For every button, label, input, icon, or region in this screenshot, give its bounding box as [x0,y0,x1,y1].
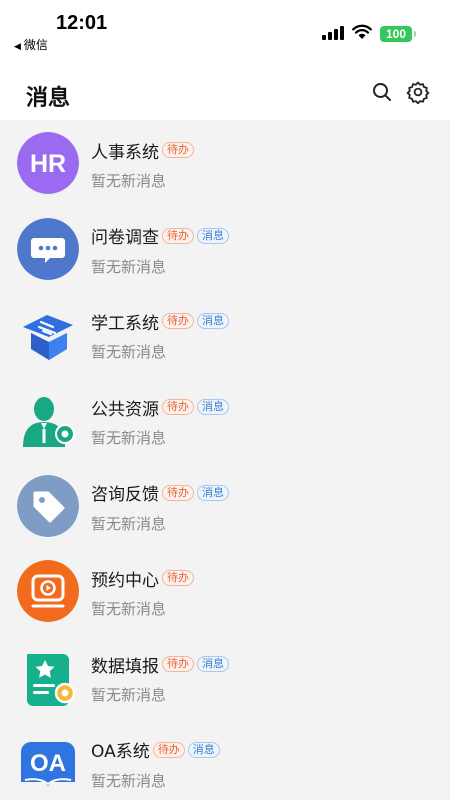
status-time: 12:01 [56,12,108,34]
todo-badge: 待办 [162,656,194,673]
hr-icon: HR [17,132,79,194]
message-subtitle: 暂无新消息 [91,771,167,790]
todo-badge: 待办 [162,313,194,330]
form-star-icon [17,646,79,708]
todo-badge: 待办 [152,741,185,758]
message-title: 人事系统 [91,142,159,163]
play-button-icon [17,560,79,623]
message-subtitle: 暂无新消息 [91,686,167,705]
message-subtitle: 暂无新消息 [91,257,167,276]
oa-book-icon: OA [17,732,79,794]
message-title: 数据填报 [91,656,159,677]
message-subtitle: 暂无新消息 [91,343,167,362]
message-badge: 消息 [197,656,229,673]
avatar-text: OA [30,750,66,777]
todo-badge: 待办 [162,570,194,587]
message-title: 问卷调查 [91,228,159,249]
message-title: 公共资源 [91,399,159,420]
person-gear-icon [17,389,79,451]
message-badge: 消息 [197,227,229,244]
message-title: 学工系统 [91,313,159,334]
message-item-appointment[interactable]: 预约中心 待办 暂无新消息 [0,548,450,634]
message-badge: 消息 [187,741,220,758]
cellular-signal-icon [322,26,344,40]
message-item-public-resources[interactable]: 公共资源 待办 消息 暂无新消息 [0,377,450,463]
graduation-cap-icon [17,303,79,365]
message-subtitle: 暂无新消息 [91,429,167,448]
message-badge: 消息 [197,399,229,416]
message-subtitle: 暂无新消息 [91,514,167,533]
todo-badge: 待办 [162,227,194,244]
message-item-oa[interactable]: OA OA系统 待办 消息 暂无新消息 [0,720,450,800]
message-item-survey[interactable]: 问卷调查 待办 消息 暂无新消息 [0,206,450,292]
message-title: 预约中心 [91,570,159,591]
battery-icon: 100 [380,26,416,42]
message-item-student-affairs[interactable]: 学工系统 待办 消息 暂无新消息 [0,291,450,377]
page-title: 消息 [26,86,71,111]
message-badge: 消息 [197,484,229,501]
nav-bar: 消息 [0,62,450,120]
message-list: HR 人事系统 待办 暂无新消息 问卷调查 待办 消息 暂无新消息 学工系统 待… [0,120,450,800]
message-item-hr[interactable]: HR 人事系统 待办 暂无新消息 [0,120,450,206]
chat-bubble-icon [17,217,79,280]
message-item-data-report[interactable]: 数据填报 待办 消息 暂无新消息 [0,634,450,720]
status-bar: 12:01 ◀ 微信 100 [0,0,450,62]
message-badge: 消息 [197,313,229,330]
message-subtitle: 暂无新消息 [91,600,167,619]
search-icon[interactable] [370,80,394,104]
message-title: 咨询反馈 [91,485,159,506]
todo-badge: 待办 [162,142,194,158]
message-item-feedback[interactable]: 咨询反馈 待办 消息 暂无新消息 [0,463,450,549]
settings-gear-icon[interactable] [406,80,430,105]
message-title: OA系统 [91,742,150,763]
todo-badge: 待办 [162,399,194,416]
todo-badge: 待办 [162,484,194,501]
back-to-app-button[interactable]: ◀ 微信 [14,36,48,53]
back-triangle-icon: ◀ [14,42,21,52]
tag-icon [17,474,79,537]
back-app-label: 微信 [23,38,48,52]
wifi-icon [352,24,372,42]
message-subtitle: 暂无新消息 [91,172,167,190]
avatar-text: HR [30,150,66,178]
